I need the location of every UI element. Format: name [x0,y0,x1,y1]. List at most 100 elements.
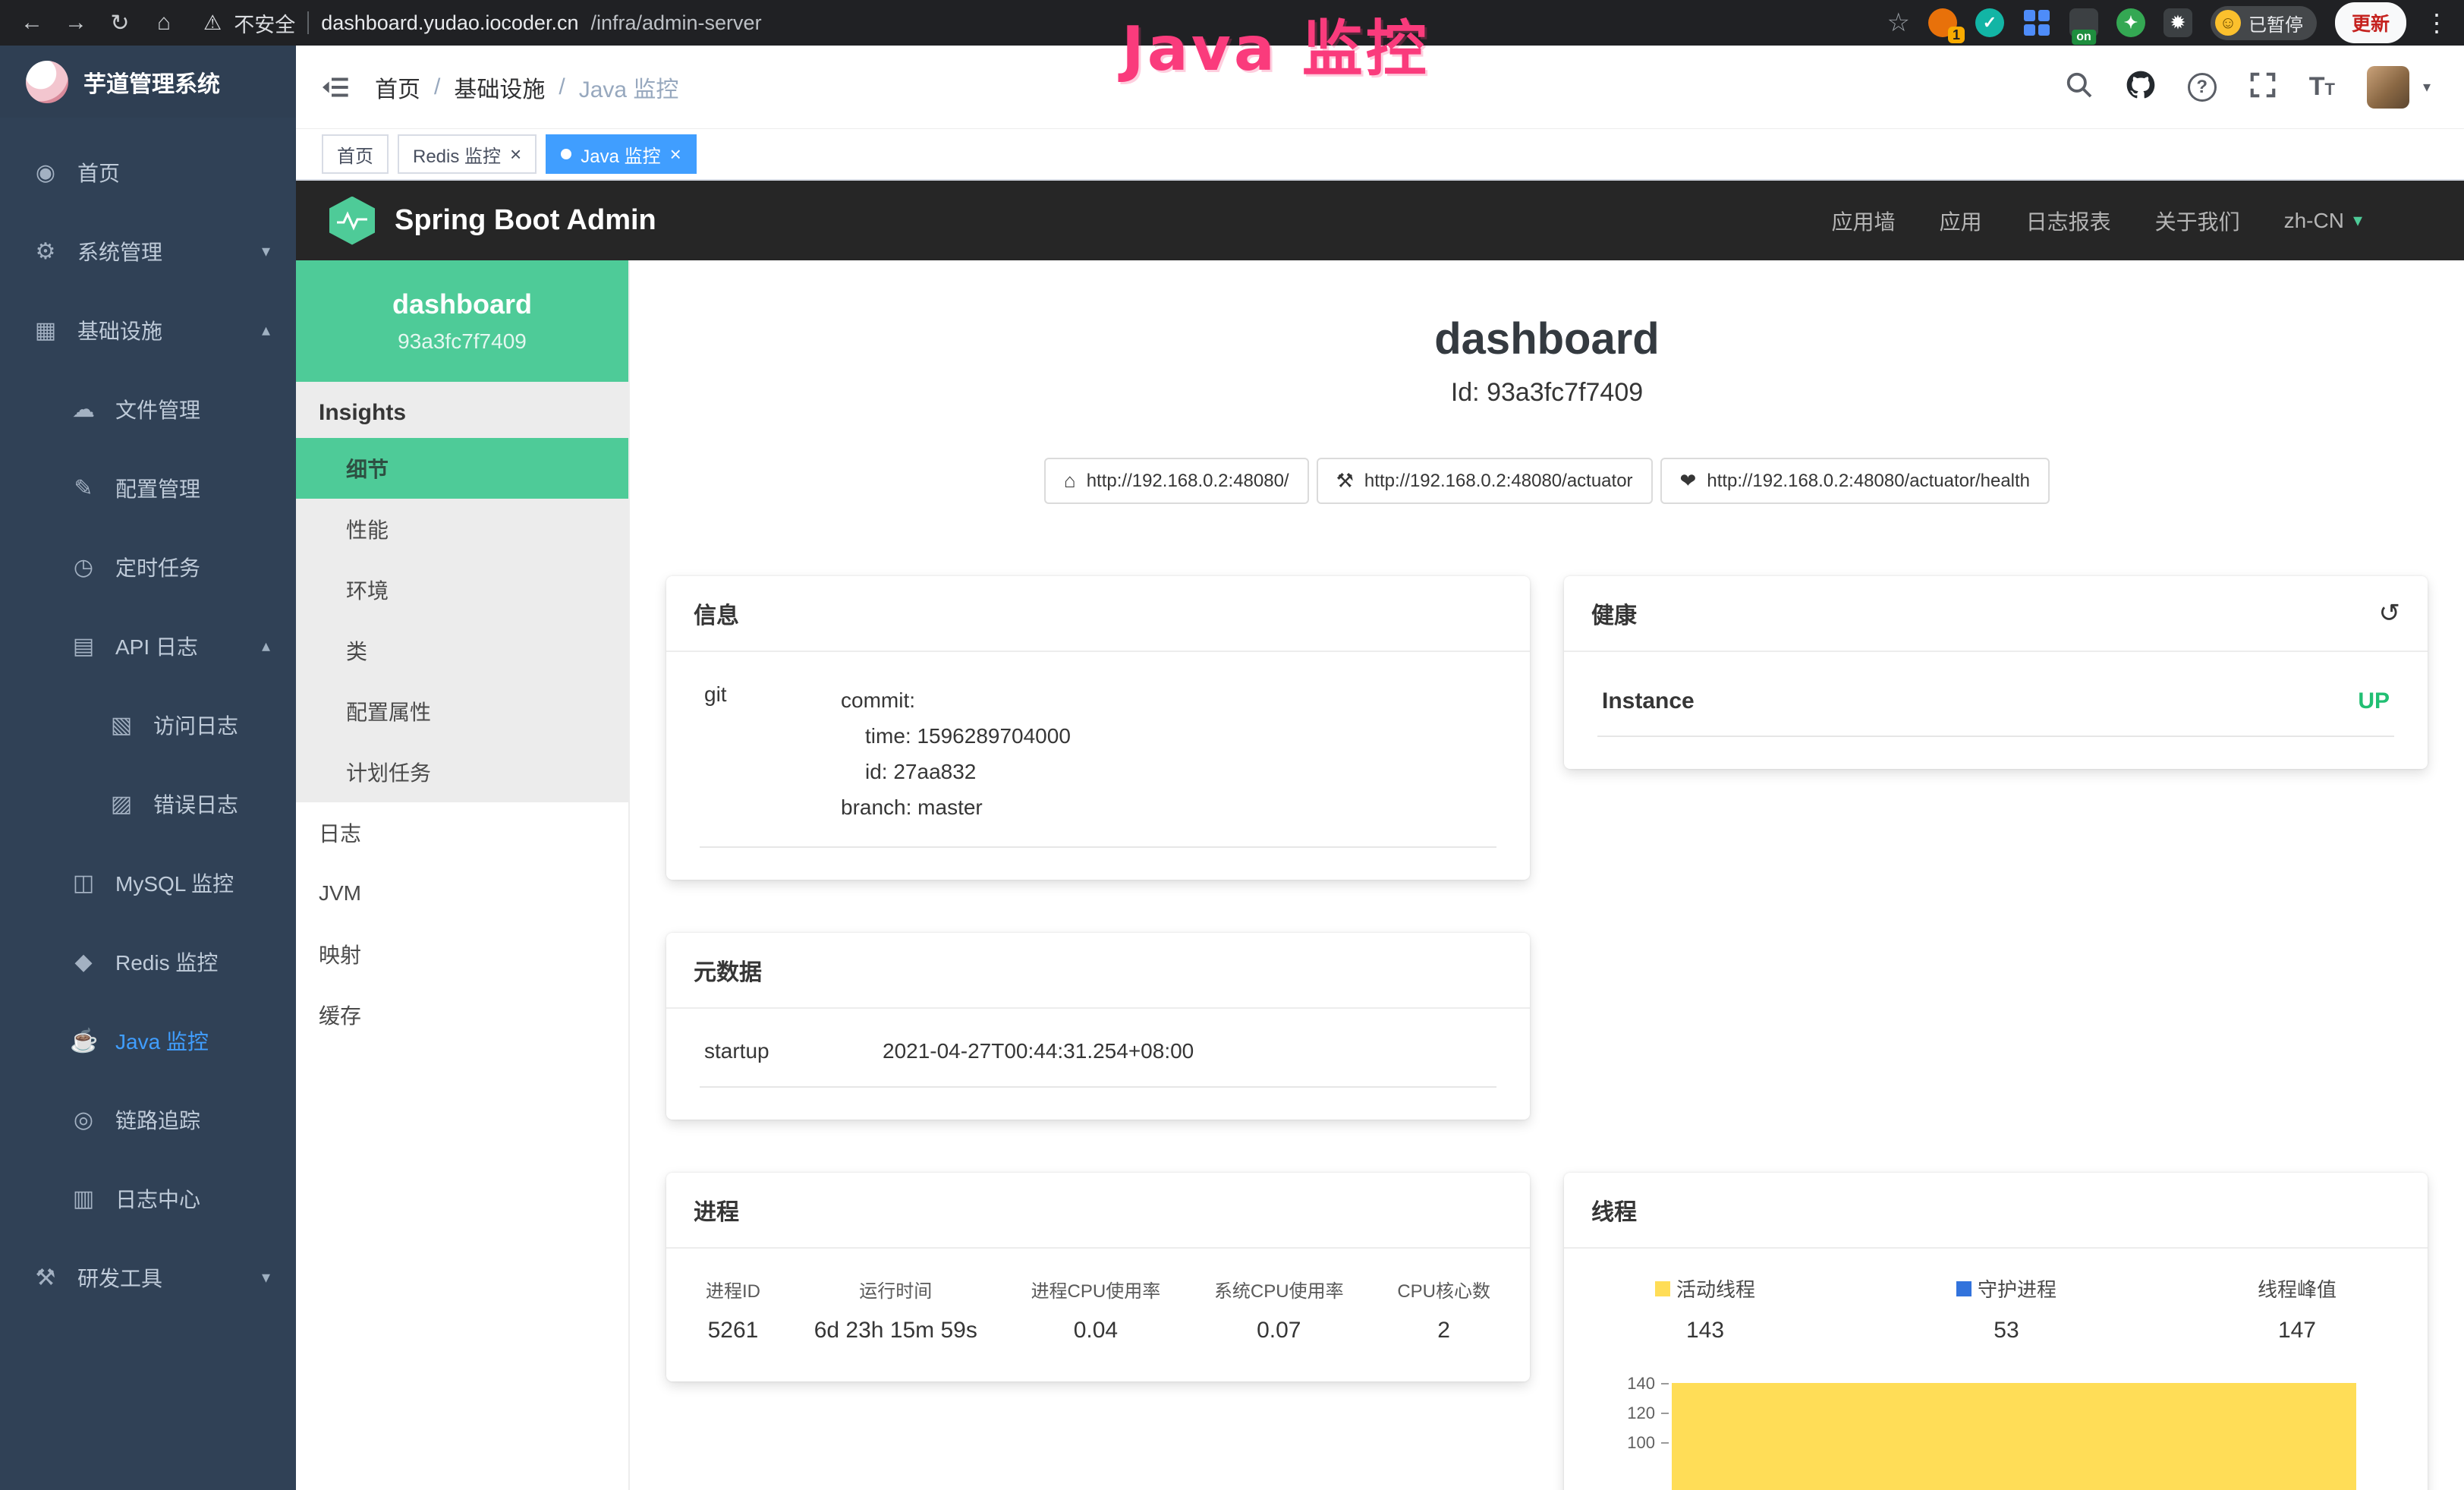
annotation-java-monitor: Java 监控 [1122,0,1430,88]
paused-extension-badge[interactable]: ☺ 已暂停 [2211,6,2317,40]
sidebar-item-scheduled-tasks[interactable]: ◷ 定时任务 [0,528,296,606]
sidebar-item-link-tracing[interactable]: ◎ 链路追踪 [0,1080,296,1159]
actuator-url-button[interactable]: ⚒ http://192.168.0.2:48080/actuator [1317,458,1653,504]
sidebar: 芋道管理系统 ◉ 首页 ⚙ 系统管理 ▾ ▦ 基础设施 ▴ ☁ [0,46,296,1490]
history-icon[interactable]: ↺ [2379,598,2401,628]
fullscreen-icon[interactable] [2248,71,2277,103]
health-url-button[interactable]: ❤ http://192.168.0.2:48080/actuator/heal… [1660,458,2050,504]
health-instance-label: Instance [1602,688,1695,714]
address-bar[interactable]: ⚠ 不安全 dashboard.yudao.iocoder.cn/infra/a… [203,8,762,38]
sba-locale-select[interactable]: zh-CN ▾ [2284,209,2362,233]
security-label: 不安全 [234,8,295,38]
help-icon[interactable]: ? [2188,73,2217,102]
spring-boot-admin-logo[interactable] [329,197,375,245]
bookmark-star-icon[interactable]: ☆ [1887,8,1910,38]
sba-menu-logs[interactable]: 日志 [296,802,628,863]
service-url-button[interactable]: ⌂ http://192.168.0.2:48080/ [1044,458,1309,504]
threads-card-body: 活动线程 143 守护进程 [1564,1249,2428,1490]
close-icon[interactable]: × [510,144,521,164]
chevron-up-icon: ▴ [262,636,270,656]
breadcrumb-infrastructure[interactable]: 基础设施 [454,71,545,104]
search-icon[interactable] [2065,71,2094,103]
extension-on-chip: on [2072,30,2096,45]
home-icon[interactable]: ⌂ [147,6,181,39]
sidebar-item-api-logs[interactable]: ▤ API 日志 ▴ [0,606,296,685]
sidebar-item-error-logs[interactable]: ▨ 错误日志 [0,764,296,843]
sidebar-logo[interactable]: 芋道管理系统 [0,46,296,118]
chevron-down-icon[interactable]: ▾ [2423,77,2431,96]
sba-body: dashboard 93a3fc7f7409 Insights 细节 性能 环境… [296,260,2464,1490]
sba-menu-environment[interactable]: 环境 [296,559,628,620]
sba-menu-jvm[interactable]: JVM [296,863,628,924]
forward-icon[interactable]: → [59,6,93,39]
sidebar-item-label: 研发工具 [77,1262,162,1293]
sidebar-item-mysql-monitor[interactable]: ◫ MySQL 监控 [0,843,296,922]
sidebar-item-label: 错误日志 [153,789,238,819]
sba-menu-mappings[interactable]: 映射 [296,924,628,984]
breadcrumb-home[interactable]: 首页 [375,71,420,104]
sba-menu-scheduled-tasks[interactable]: 计划任务 [296,742,628,802]
security-warning-icon: ⚠ [203,11,222,35]
extension-icon-1[interactable]: 1 [1928,8,1957,37]
extension-icon-2[interactable]: ✓ [1975,8,2004,37]
sba-nav-journal[interactable]: 日志报表 [2026,206,2111,236]
chevron-down-icon: ▾ [262,241,270,261]
error-log-icon: ▨ [108,791,135,817]
app: 芋道管理系统 ◉ 首页 ⚙ 系统管理 ▾ ▦ 基础设施 ▴ ☁ [0,46,2464,1490]
sba-instance-header[interactable]: dashboard 93a3fc7f7409 [296,260,628,382]
sidebar-item-config-management[interactable]: ✎ 配置管理 [0,449,296,528]
sba-menu-classes[interactable]: 类 [296,620,628,681]
extension-icon-5[interactable]: ✦ [2116,8,2145,37]
logo-title: 芋道管理系统 [83,65,220,99]
sidebar-item-java-monitor[interactable]: ☕ Java 监控 [0,1001,296,1080]
tab-java-monitor[interactable]: Java 监控 × [546,134,697,174]
sba-nav-wallboard[interactable]: 应用墙 [1832,206,1896,236]
sidebar-fold-icon[interactable] [296,46,375,129]
sidebar-item-system-management[interactable]: ⚙ 系统管理 ▾ [0,212,296,291]
browser-menu-icon[interactable]: ⋮ [2425,8,2449,37]
tool-icon: ⚒ [32,1265,59,1291]
sidebar-item-infrastructure[interactable]: ▦ 基础设施 ▴ [0,291,296,370]
sba-menu-performance[interactable]: 性能 [296,499,628,559]
sidebar-item-log-center[interactable]: ▥ 日志中心 [0,1159,296,1238]
sba-menu-details[interactable]: 细节 [296,438,628,499]
github-icon[interactable] [2126,70,2156,104]
sba-nav-applications[interactable]: 应用 [1940,206,1982,236]
sidebar-item-redis-monitor[interactable]: ◆ Redis 监控 [0,922,296,1001]
sidebar-item-dev-tools[interactable]: ⚒ 研发工具 ▾ [0,1238,296,1317]
back-icon[interactable]: ← [15,6,49,39]
reload-icon[interactable]: ↻ [103,6,137,39]
breadcrumb: 首页 / 基础设施 / Java 监控 [375,71,678,104]
extension-icon-4[interactable]: on [2069,8,2098,37]
tab-home[interactable]: 首页 [322,134,389,174]
git-info-row: git commit: time: 1596289704000 id: 27aa… [700,678,1496,848]
git-time-line: time: 1596289704000 [841,718,1071,754]
y-tick: 100 [1627,1433,1669,1453]
gear-icon: ⚙ [32,238,59,265]
process-card: 进程 进程ID 5261 运行时间 [666,1173,1530,1381]
y-tick: 120 [1627,1403,1669,1423]
sba-menu-config-props[interactable]: 配置属性 [296,681,628,742]
extension-icon-6[interactable]: ✹ [2163,8,2192,37]
process-col-pid: 进程ID 5261 [706,1276,760,1344]
file-icon: ☁ [70,396,97,423]
sba-menu-caches[interactable]: 缓存 [296,984,628,1045]
process-col-value: 6d 23h 15m 59s [814,1318,977,1344]
tab-redis-monitor[interactable]: Redis 监控 × [398,134,537,174]
sba-nav-about[interactable]: 关于我们 [2155,206,2240,236]
browser-update-button[interactable]: 更新 [2335,2,2406,43]
health-row[interactable]: Instance UP [1597,678,2394,737]
close-icon[interactable]: × [670,144,681,164]
info-card-title: 信息 [666,576,1530,652]
sba-brand-title[interactable]: Spring Boot Admin [395,204,656,237]
sidebar-item-access-logs[interactable]: ▧ 访问日志 [0,685,296,764]
sidebar-item-home[interactable]: ◉ 首页 [0,133,296,212]
process-col-label: 运行时间 [814,1276,977,1303]
sidebar-item-file-management[interactable]: ☁ 文件管理 [0,370,296,449]
font-size-icon[interactable]: TT [2309,72,2335,102]
metadata-row: startup 2021-04-27T00:44:31.254+08:00 [700,1035,1496,1088]
extension-icon-3[interactable] [2022,8,2051,37]
sidebar-item-label: 配置管理 [115,473,200,503]
avatar[interactable] [2367,66,2409,109]
process-col-label: 进程ID [706,1276,760,1303]
